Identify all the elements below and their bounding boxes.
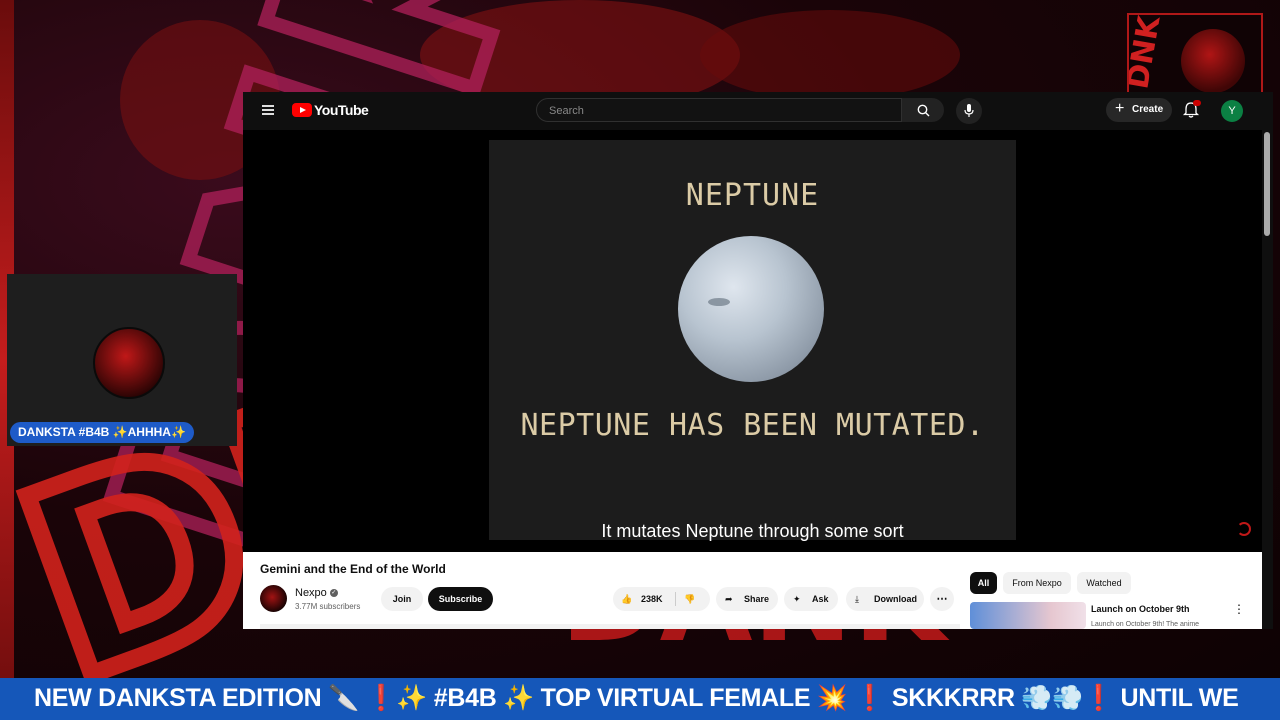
user-avatar[interactable]: Y [1221,100,1243,122]
create-label: Create [1132,104,1164,115]
scrollbar-thumb[interactable] [1264,132,1270,236]
video-frame: NEPTUNE NEPTUNE HAS BEEN MUTATED. [489,140,1016,540]
description-box-edge [260,624,960,629]
more-actions-button[interactable]: ⋯ [930,587,954,611]
create-button[interactable]: + Create [1106,98,1172,122]
webcam-name-tag: DANKSTA #B4B ✨AHHHA✨ [10,422,194,443]
plus-icon: + [1115,100,1125,117]
recommendation-title[interactable]: Launch on October 9th [1091,604,1190,614]
neptune-planet-image [678,236,824,382]
search-button[interactable] [902,98,944,122]
share-label: Share [744,594,770,604]
dank-corner-logo: DNK [1127,13,1263,103]
share-arrow-icon: ➦ [725,594,733,604]
logo-word-art: DNK [1127,13,1168,92]
video-frame-caption: NEPTUNE HAS BEEN MUTATED. [520,408,985,443]
youtube-logo-icon[interactable] [292,103,312,117]
subscribe-button[interactable]: Subscribe [428,587,493,611]
like-divider [675,592,676,606]
channel-avatar[interactable] [260,585,287,612]
overlay-cloud-shape [700,10,960,100]
microphone-icon [964,104,974,117]
ticker-text: NEW DANKSTA EDITION 🔪 ❗✨ #B4B ✨ TOP VIRT… [34,684,1239,712]
download-button[interactable]: ⤓ Download [846,587,924,611]
search-box[interactable] [536,98,902,122]
join-button[interactable]: Join [381,587,423,611]
sparkle-icon: ✦ [793,594,801,604]
logo-character [1181,29,1245,93]
channel-name[interactable]: Nexpo [295,587,327,599]
share-button[interactable]: ➦ Share [716,587,778,611]
ask-button[interactable]: ✦ Ask [784,587,838,611]
channel-name-row[interactable]: Nexpo ✓ [295,587,338,599]
download-label: Download [874,594,917,604]
verified-check-icon: ✓ [329,589,338,598]
video-title: Gemini and the End of the World [260,562,446,576]
subscriber-count: 3.77M subscribers [295,602,361,611]
search-input[interactable] [547,102,891,120]
like-dislike-group: 👍 238K 👎 [613,587,710,611]
chip-all[interactable]: All [970,572,997,594]
streamer-avatar [93,327,165,399]
thumbs-up-icon[interactable]: 👍 [621,587,632,611]
webcam-panel [7,274,237,446]
loading-spinner-icon [1237,522,1251,536]
youtube-logo-text[interactable]: YouTube [314,102,369,118]
page-scrollbar[interactable] [1262,92,1273,629]
download-icon: ⤓ [855,594,859,604]
thumbs-down-icon[interactable]: 👎 [684,587,695,611]
scrolling-ticker-bar: NEW DANKSTA EDITION 🔪 ❗✨ #B4B ✨ TOP VIRT… [0,678,1280,720]
video-player[interactable]: NEPTUNE NEPTUNE HAS BEEN MUTATED. It mut… [243,130,1262,552]
youtube-masthead: YouTube + Create Y [243,92,1273,130]
recommendation-thumbnail[interactable] [970,602,1086,629]
chip-from-nexpo[interactable]: From Nexpo [1003,572,1071,594]
youtube-window: YouTube + Create Y [243,92,1273,629]
recommendation-menu-icon[interactable]: ⋮ [1233,602,1245,616]
hamburger-menu-icon[interactable] [262,105,274,115]
chip-watched[interactable]: Watched [1077,572,1131,594]
video-info-section: Gemini and the End of the World Nexpo ✓ 3… [243,552,1262,629]
notification-badge [1193,100,1201,106]
video-frame-title: NEPTUNE [685,178,820,213]
search-icon [917,104,930,117]
video-subtitle: It mutates Neptune through some sort [601,521,904,541]
ask-label: Ask [812,594,829,604]
voice-search-button[interactable] [956,98,982,124]
recommendation-subtitle: Launch on October 9th! The anime [1091,621,1200,628]
like-count[interactable]: 238K [641,587,663,611]
